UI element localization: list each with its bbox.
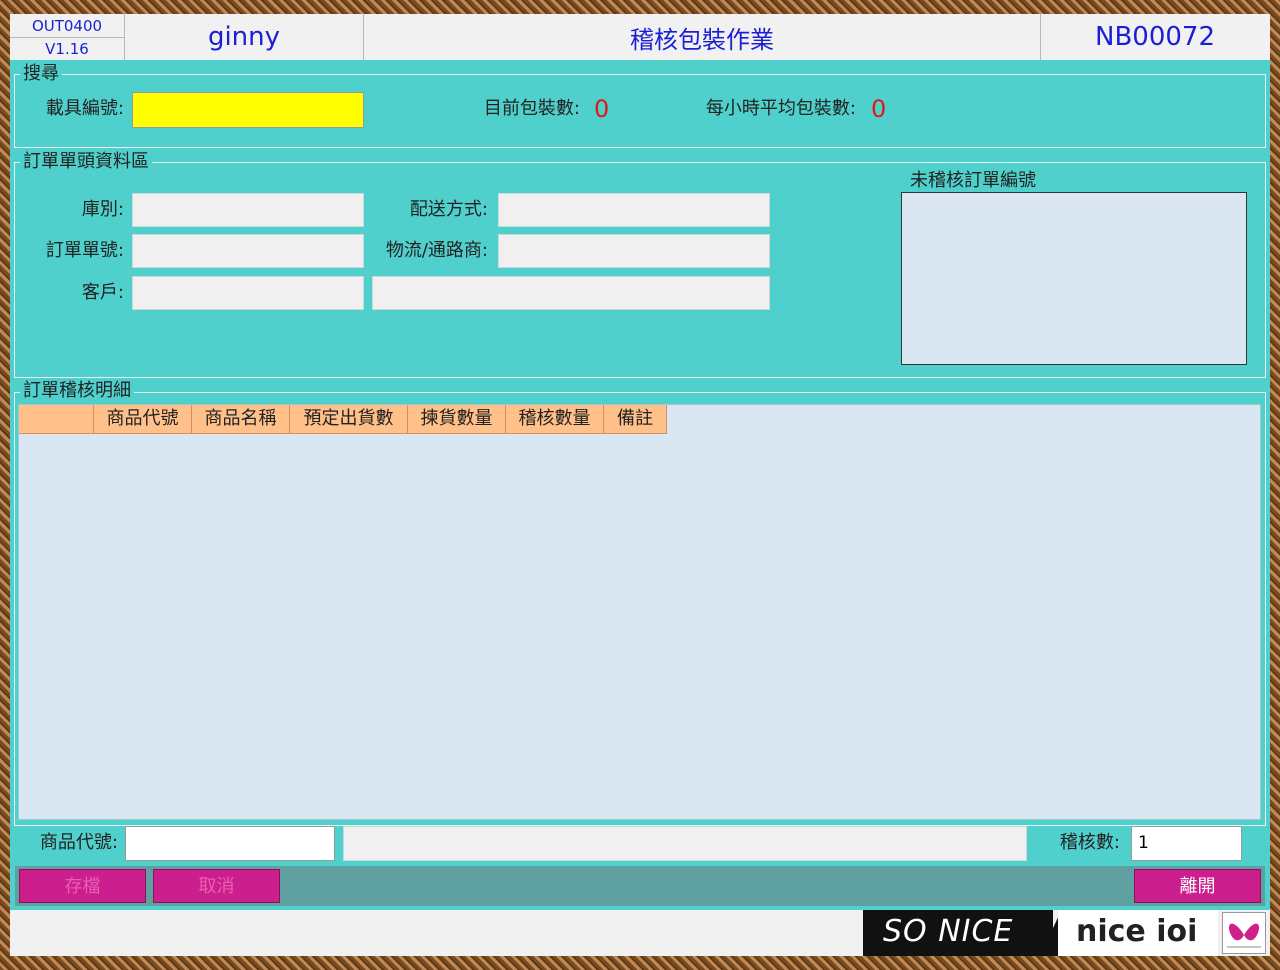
logistics-label: 物流/通路商:	[385, 240, 488, 261]
pending-orders-list[interactable]	[901, 192, 1247, 365]
header-bar: OUT0400 V1.16 ginny 稽核包裝作業 NB00072	[10, 14, 1270, 60]
page-title: 稽核包裝作業	[364, 14, 1041, 60]
column-header-picked-qty[interactable]: 揀貨數量	[408, 405, 506, 434]
nice-ioi-logo: nice ioi	[1058, 910, 1218, 956]
app-window: OUT0400 V1.16 ginny 稽核包裝作業 NB00072 搜尋 載具…	[10, 14, 1270, 956]
delivery-field[interactable]	[498, 193, 770, 227]
detail-grid[interactable]: 商品代號 商品名稱 預定出貨數 揀貨數量 稽核數量 備註	[18, 404, 1261, 820]
detail-grid-header: 商品代號 商品名稱 預定出貨數 揀貨數量 稽核數量 備註	[19, 405, 667, 435]
order-no-field[interactable]	[132, 234, 364, 268]
button-bar: 存檔 取消 離開	[15, 866, 1265, 906]
carrier-label: 載具編號:	[45, 98, 124, 119]
order-no-label: 訂單單號:	[45, 240, 124, 261]
logistics-field[interactable]	[498, 234, 770, 268]
butterfly-logo-icon	[1222, 912, 1266, 954]
column-header-product-name[interactable]: 商品名稱	[192, 405, 290, 434]
exit-button[interactable]: 離開	[1134, 869, 1261, 903]
carrier-input[interactable]	[132, 92, 364, 128]
warehouse-field[interactable]	[132, 193, 364, 227]
customer-code-field[interactable]	[132, 276, 364, 310]
detail-group-title: 訂單稽核明細	[20, 381, 134, 401]
column-header-product-code[interactable]: 商品代號	[94, 405, 192, 434]
product-code-label: 商品代號:	[39, 832, 118, 853]
save-button[interactable]: 存檔	[19, 869, 146, 903]
column-header-scheduled-qty[interactable]: 預定出貨數	[290, 405, 408, 434]
audit-qty-label: 稽核數:	[1059, 832, 1120, 853]
column-header-selector[interactable]	[19, 405, 94, 434]
order-header-group-title: 訂單單頭資料區	[20, 152, 152, 172]
search-group-title: 搜尋	[20, 64, 62, 84]
audit-qty-input[interactable]: 1	[1131, 826, 1242, 861]
user-name: ginny	[125, 14, 364, 60]
product-name-display	[343, 826, 1027, 861]
hourly-avg-value: 0	[871, 95, 887, 123]
status-bar: SO NICE nice ioi	[10, 910, 1270, 956]
product-code-input[interactable]	[125, 826, 335, 861]
hourly-avg-label: 每小時平均包裝數:	[705, 98, 856, 119]
column-header-audit-qty[interactable]: 稽核數量	[506, 405, 604, 434]
station-code: NB00072	[1095, 22, 1215, 52]
program-version: V1.16	[45, 39, 89, 58]
current-count-value: 0	[594, 95, 610, 123]
program-info: OUT0400 V1.16	[10, 14, 125, 60]
current-count-label: 目前包裝數:	[483, 98, 580, 119]
cancel-button[interactable]: 取消	[153, 869, 280, 903]
column-header-remarks[interactable]: 備註	[604, 405, 667, 434]
customer-name-field[interactable]	[372, 276, 770, 310]
program-id: OUT0400	[10, 15, 124, 38]
delivery-label: 配送方式:	[409, 199, 488, 220]
customer-label: 客戶:	[81, 282, 124, 303]
warehouse-label: 庫別:	[81, 199, 124, 220]
so-nice-logo: SO NICE	[863, 910, 1053, 956]
